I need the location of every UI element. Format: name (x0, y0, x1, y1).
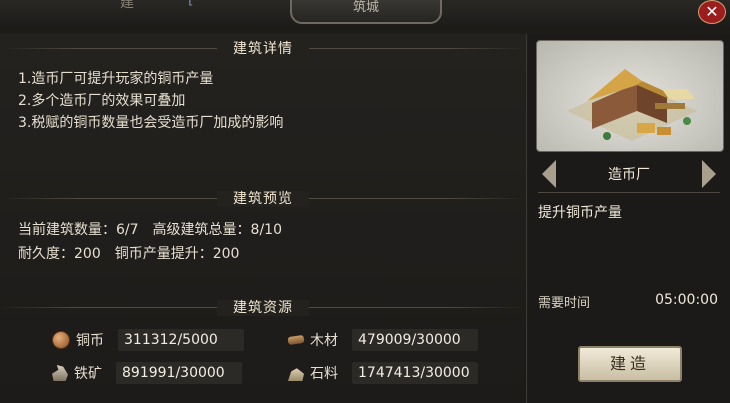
resources-header-text: 建筑资源 (217, 300, 309, 316)
advanced-total-value: 8/10 (250, 222, 282, 238)
resource-label: 木材 (310, 333, 338, 349)
divider (538, 192, 720, 193)
copper-coin-icon (52, 331, 70, 349)
copper-boost-label: 铜币产量提升： (114, 246, 213, 262)
resources-header: 建筑资源 (0, 295, 526, 321)
detail-line: 1.造币厂可提升玩家的铜币产量 (18, 71, 214, 87)
preview-header: 建筑预览 (0, 186, 526, 212)
build-time-label: 需要时间 (538, 296, 591, 311)
detail-line: 3.税赋的铜币数量也会受造币厂加成的影响 (18, 115, 284, 131)
resource-value: 311312/5000 (118, 329, 244, 351)
details-header: 建筑详情 (0, 36, 526, 62)
next-arrow-icon[interactable] (702, 160, 716, 188)
build-button[interactable]: 建造 (578, 346, 682, 382)
preview-header-text: 建筑预览 (217, 191, 309, 207)
building-description: 提升铜币产量 (538, 205, 622, 221)
left-panel: 建筑详情 1.造币厂可提升玩家的铜币产量 2.多个造币厂的效果可叠加 3.税赋的… (0, 34, 527, 403)
build-count-value: 6/7 (116, 222, 139, 238)
advanced-total-stat: 高级建筑总量：8/10 (153, 218, 282, 242)
resource-label: 铜币 (76, 333, 104, 349)
close-icon: ✕ (705, 2, 719, 21)
preview-stats: 当前建筑数量：6/7 高级建筑总量：8/10 耐久度：200 铜币产量提升：20… (18, 218, 282, 266)
building-preview-image (536, 40, 724, 152)
close-button[interactable]: ✕ (698, 0, 726, 24)
detail-line: 2.多个造币厂的效果可叠加 (18, 93, 186, 109)
building-name: 造币厂 (608, 167, 650, 183)
copper-boost-stat: 铜币产量提升：200 (115, 242, 240, 266)
build-count-stat: 当前建筑数量：6/7 (18, 218, 139, 242)
durability-stat: 耐久度：200 (18, 242, 101, 266)
details-list: 1.造币厂可提升玩家的铜币产量 2.多个造币厂的效果可叠加 3.税赋的铜币数量也… (18, 68, 283, 134)
resource-value: 1747413/30000 (352, 362, 478, 384)
wood-icon (287, 334, 305, 346)
build-count-label: 当前建筑数量： (18, 222, 116, 238)
window-title: 筑城 (352, 0, 379, 15)
resource-value: 479009/30000 (352, 329, 478, 351)
advanced-total-label: 高级建筑总量： (152, 222, 251, 238)
resource-stone: 石料 1747413/30000 (288, 361, 478, 385)
copper-boost-value: 200 (212, 246, 240, 262)
resource-label: 铁矿 (74, 366, 102, 382)
mint-building-icon (567, 69, 697, 141)
title-tab[interactable]: 筑城 (290, 0, 442, 24)
resource-value: 891991/30000 (116, 362, 242, 384)
previous-arrow-icon[interactable] (542, 160, 556, 188)
iron-ore-icon (52, 365, 68, 381)
top-ghost-tag: [ (188, 0, 194, 8)
details-header-text: 建筑详情 (217, 41, 309, 57)
durability-label: 耐久度： (18, 246, 74, 262)
build-time-value: 05:00:00 (655, 292, 718, 308)
building-selector: 造币厂 (528, 160, 730, 190)
top-ghost-text: 建 (120, 0, 134, 11)
resource-iron: 铁矿 891991/30000 (52, 361, 242, 385)
build-time: 需要时间 05:00:00 (538, 292, 724, 311)
stone-icon (288, 368, 304, 381)
resource-label: 石料 (310, 366, 338, 382)
right-panel: 造币厂 提升铜币产量 需要时间 05:00:00 建造 (528, 34, 730, 403)
durability-value: 200 (74, 246, 101, 262)
resource-wood: 木材 479009/30000 (287, 328, 478, 352)
resource-copper: 铜币 311312/5000 (52, 328, 244, 352)
